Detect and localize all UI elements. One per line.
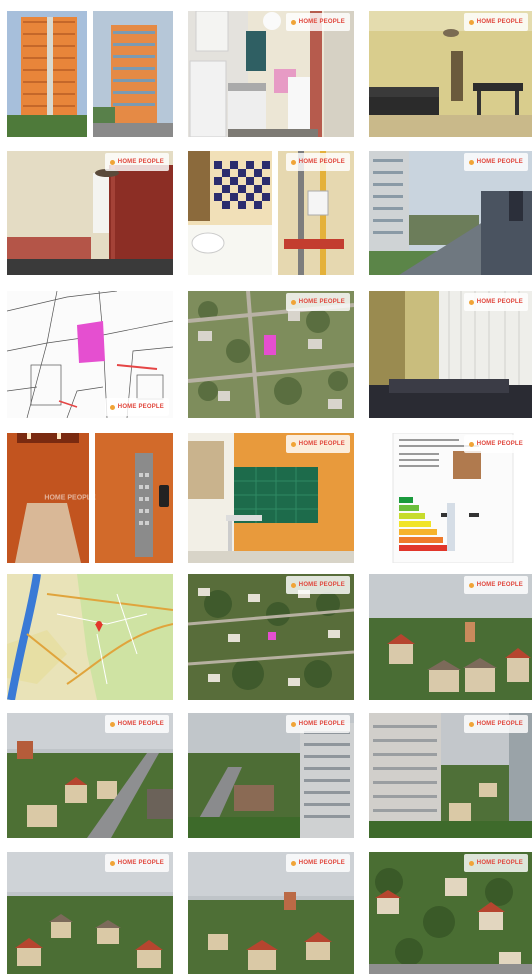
photo-living-room[interactable]: HOME PEOPLE — [369, 11, 532, 137]
photo-bathroom[interactable]: HOME PEOPLE — [188, 151, 354, 275]
photo-view-panorama[interactable]: HOME PEOPLE — [7, 852, 173, 974]
photo-aerial-view-2[interactable]: HOME PEOPLE — [188, 574, 354, 700]
watermark-badge: HOME PEOPLE — [104, 854, 169, 872]
watermark-badge: HOME PEOPLE — [463, 13, 528, 31]
photo-view-houses[interactable]: HOME PEOPLE — [369, 574, 532, 700]
watermark-badge: HOME PEOPLE — [463, 576, 528, 594]
photo-view-tower-2[interactable]: HOME PEOPLE — [369, 713, 532, 838]
watermark-badge: HOME PEOPLE — [285, 576, 350, 594]
photo-building-exterior[interactable] — [7, 11, 173, 137]
photo-location-map[interactable] — [7, 574, 173, 700]
photo-view-street[interactable]: HOME PEOPLE — [7, 713, 173, 838]
photo-view-tower[interactable]: HOME PEOPLE — [188, 713, 354, 838]
photo-bedroom[interactable]: HOME PEOPLE — [7, 151, 173, 275]
watermark-badge: HOME PEOPLE — [285, 293, 350, 311]
watermark-badge: HOME PEOPLE — [463, 293, 528, 311]
watermark-badge: HOME PEOPLE — [285, 153, 350, 171]
watermark-badge: HOME PEOPLE — [104, 153, 169, 171]
photo-view-panorama-2[interactable]: HOME PEOPLE — [188, 852, 354, 974]
watermark-badge: HOME PEOPLE — [285, 13, 350, 31]
watermark-badge: HOME PEOPLE — [285, 715, 350, 733]
photo-view-garden-houses[interactable]: HOME PEOPLE — [369, 852, 532, 974]
photo-gallery: HOME PEOPLE HOME PEOPLE HOME PEOPLE HOME… — [0, 0, 532, 974]
photo-kitchen[interactable]: HOME PEOPLE — [188, 11, 354, 137]
watermark-badge: HOME PEOPLE — [463, 435, 528, 453]
watermark-badge: HOME PEOPLE — [463, 715, 528, 733]
watermark-badge: HOME PEOPLE — [463, 854, 528, 872]
watermark-badge: HOME PEOPLE — [104, 398, 169, 416]
watermark-badge: HOME PEOPLE — [104, 715, 169, 733]
photo-room-curtains[interactable]: HOME PEOPLE — [369, 291, 532, 418]
watermark-badge: HOME PEOPLE — [285, 435, 350, 453]
photo-mailboxes[interactable]: HOME PEOPLE — [188, 433, 354, 563]
watermark-center: HOME PEOPLE — [44, 494, 96, 502]
photo-cadastral-map[interactable]: HOME PEOPLE — [7, 291, 173, 418]
photo-aerial-view[interactable]: HOME PEOPLE — [188, 291, 354, 418]
watermark-badge: HOME PEOPLE — [285, 854, 350, 872]
photo-balcony[interactable]: HOME PEOPLE — [369, 151, 532, 275]
photo-energy-certificate[interactable]: HOME PEOPLE — [369, 433, 532, 563]
photo-elevator[interactable]: HOME PEOPLE — [7, 433, 173, 563]
watermark-badge: HOME PEOPLE — [463, 153, 528, 171]
